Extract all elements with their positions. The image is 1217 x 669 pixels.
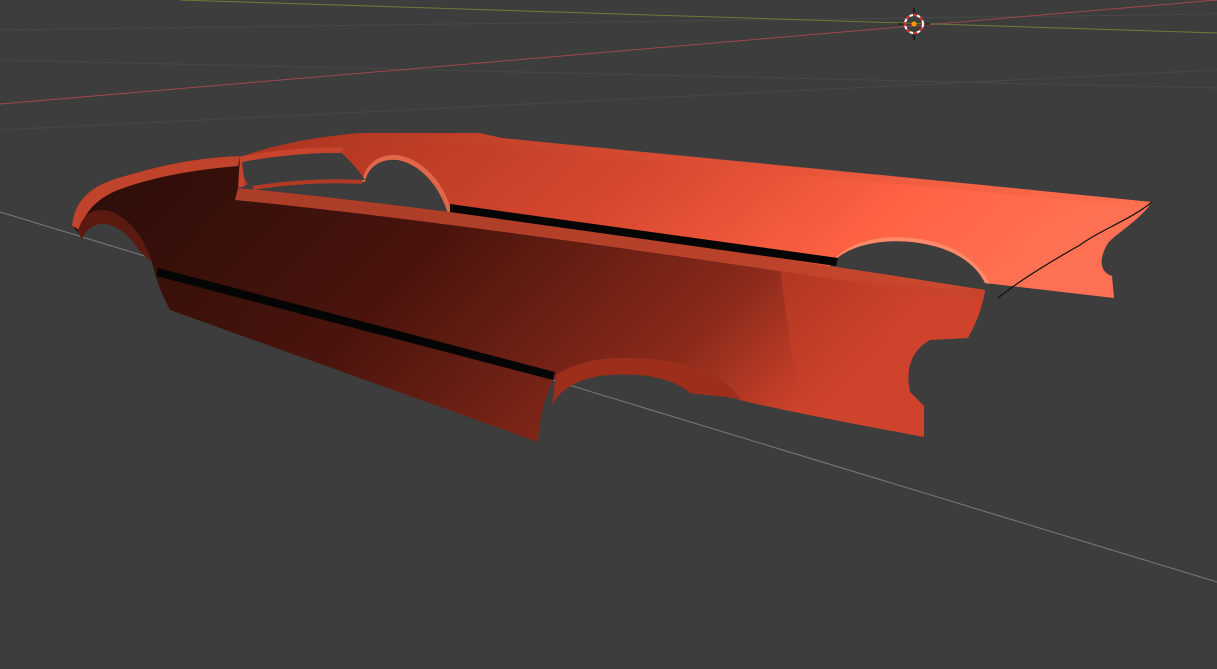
viewport-grid bbox=[0, 13, 1217, 131]
viewport-canvas[interactable] bbox=[0, 0, 1217, 669]
3d-cursor-icon[interactable] bbox=[898, 8, 930, 40]
3d-viewport[interactable] bbox=[0, 0, 1217, 669]
near-panel-rear-glow bbox=[780, 270, 985, 437]
car-body-model[interactable] bbox=[72, 133, 1153, 442]
x-axis-line bbox=[0, 0, 1217, 105]
